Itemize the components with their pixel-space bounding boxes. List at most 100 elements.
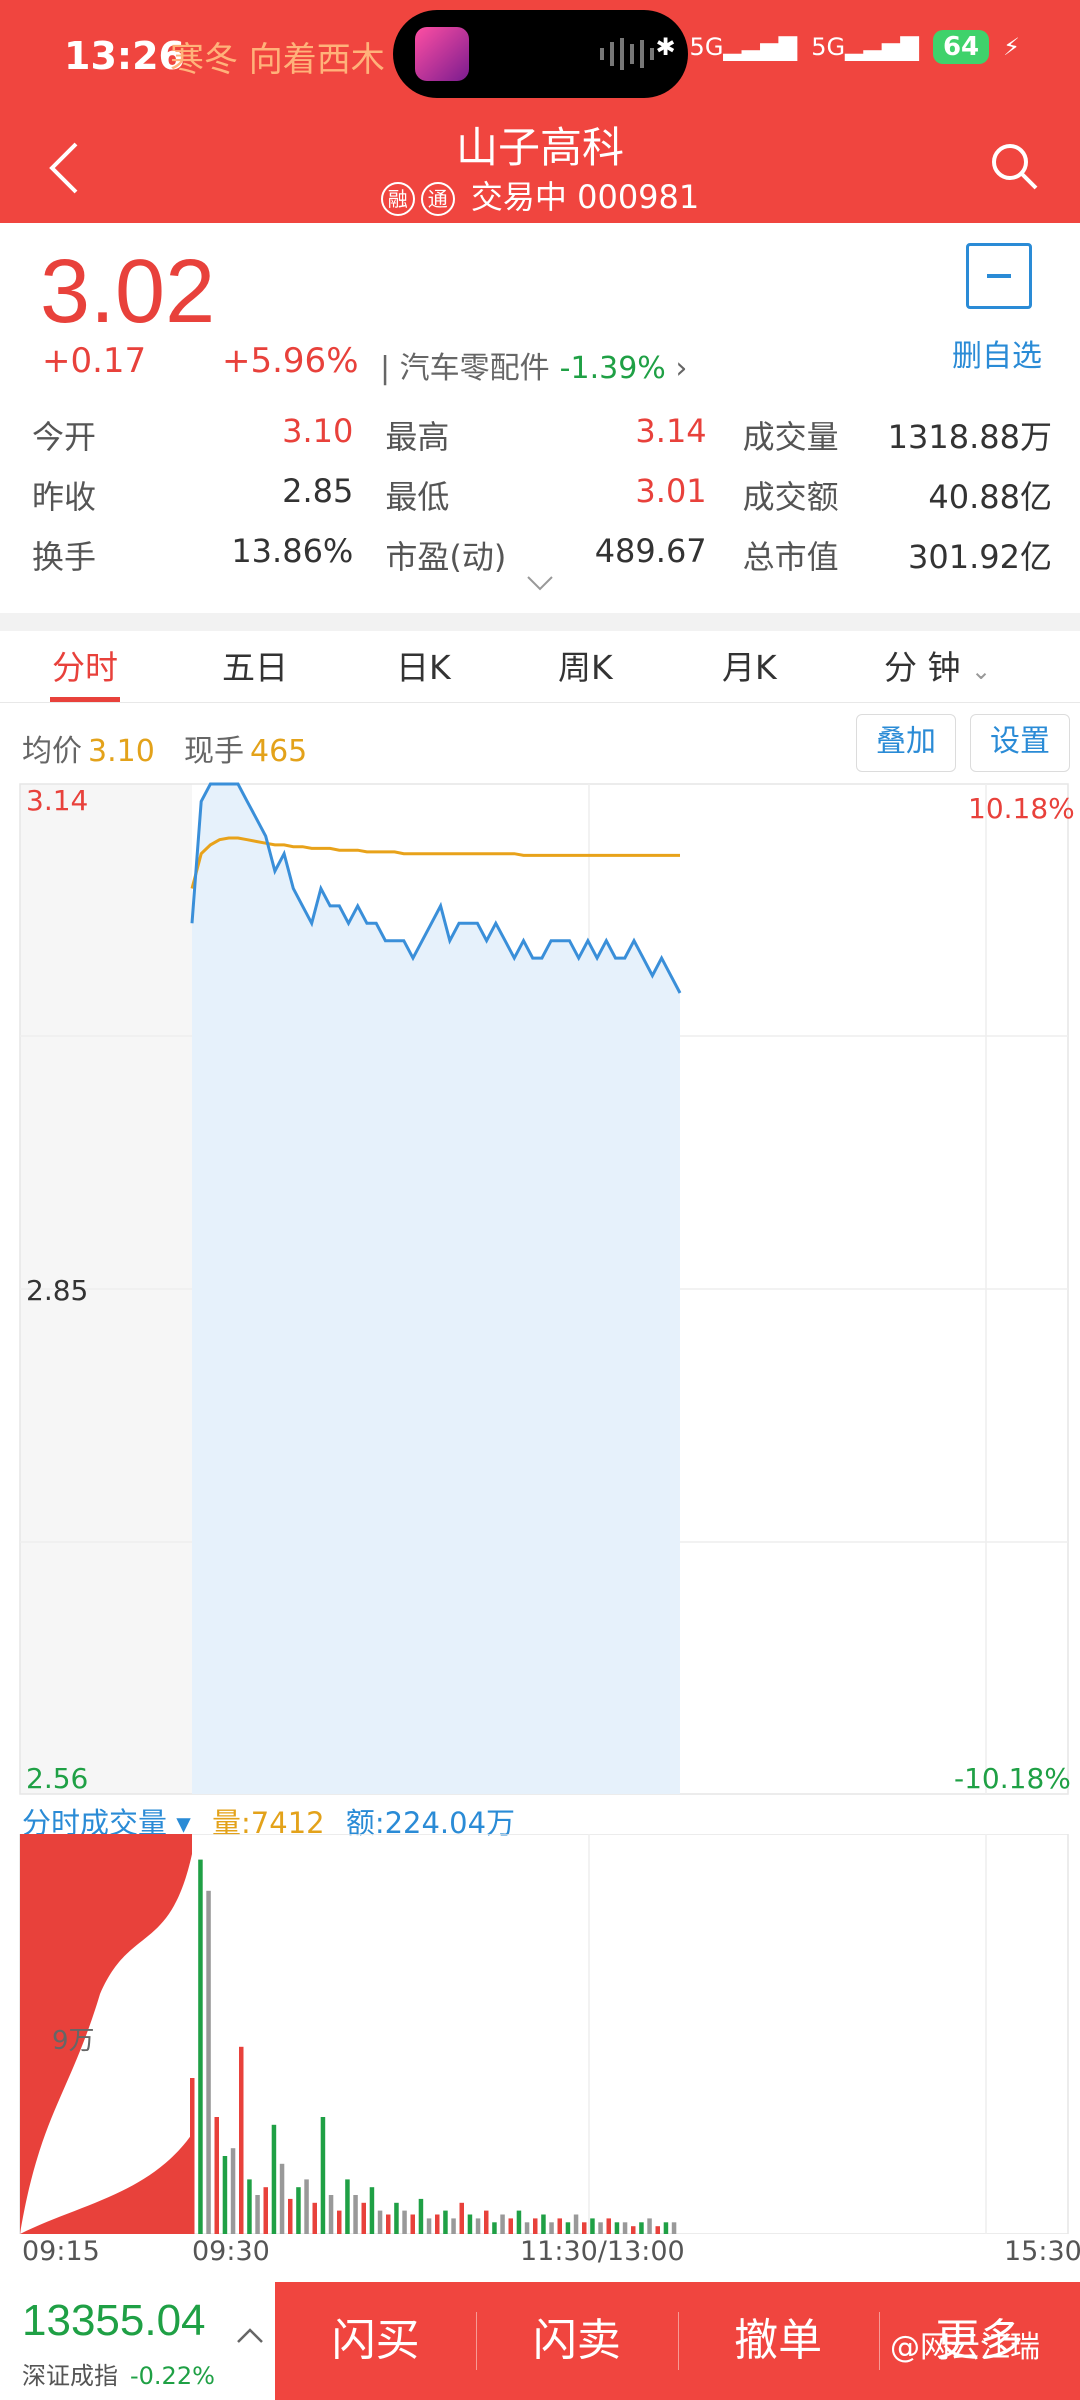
search-icon[interactable] — [988, 140, 1040, 192]
sector-change: -1.39% — [559, 351, 666, 386]
stat-label: 最高 — [385, 418, 450, 456]
volume-bar — [353, 2195, 358, 2234]
audio-wave-icon — [600, 38, 654, 70]
stat-value: 3.01 — [635, 472, 707, 510]
volume-bar — [255, 2195, 260, 2234]
volume-bar — [288, 2198, 293, 2234]
stat-label: 最低 — [385, 478, 450, 516]
quick-buy-button[interactable]: 闪买 — [275, 2282, 476, 2400]
status-time: 13:26 — [64, 34, 185, 78]
volume-bar — [386, 2214, 391, 2234]
quick-sell-button[interactable]: 闪卖 — [476, 2282, 677, 2400]
volume-chart[interactable] — [0, 1834, 1080, 2234]
stat-label: 市盈(动) — [385, 538, 507, 576]
volume-bar — [614, 2222, 620, 2234]
price-low-label: 2.56 — [26, 1762, 89, 1795]
status-icons: ✱ 5G▂▃▅▇ 5G▂▃▅▇ 64 ⚡ — [655, 30, 1020, 64]
stat-cell: 今开 3.10 — [32, 412, 353, 458]
bluetooth-icon: ✱ — [655, 33, 676, 61]
volume-bar — [377, 2210, 383, 2234]
volume-bar — [451, 2218, 456, 2234]
stat-cell: 昨收 2.85 — [32, 472, 353, 518]
stat-cell: 最低 3.01 — [385, 472, 706, 518]
price-high-label: 3.14 — [26, 784, 89, 817]
price-mid-label: 2.85 — [26, 1274, 89, 1307]
stat-label: 今开 — [32, 418, 97, 456]
volume-bar — [263, 2187, 268, 2234]
volume-bar — [492, 2222, 497, 2234]
chevron-down-icon[interactable] — [526, 575, 554, 591]
tab-intraday[interactable]: 分时 — [52, 641, 118, 689]
cancel-order-button[interactable]: 撤单 — [677, 2282, 879, 2400]
volume-bar — [606, 2218, 611, 2234]
battery-icon: 64 — [932, 30, 990, 64]
volume-bar — [582, 2222, 587, 2234]
volume-bar — [524, 2222, 530, 2234]
index-ticker[interactable]: 13355.04 深证成指 -0.22% — [0, 2282, 275, 2400]
volume-bar — [271, 2124, 277, 2234]
stat-cell: 市盈(动) 489.67 — [385, 532, 706, 578]
trading-status: 交易中 — [470, 178, 567, 216]
volume-bar — [500, 2214, 505, 2234]
chart-tabs: 分时 五日 日K 周K 月K 分 钟 ⌄ — [0, 631, 1080, 703]
chevron-up-icon[interactable] — [236, 2326, 264, 2344]
tab-weekly-k[interactable]: 周K — [558, 641, 613, 689]
volume-bar — [222, 2156, 228, 2234]
volume-bar — [369, 2187, 375, 2234]
price-area-fill — [192, 784, 680, 1794]
quote-panel: 3.02 +0.17 +5.96% | 汽车零配件 -1.39% › 删自选 今开… — [0, 223, 1080, 613]
volume-bar — [484, 2210, 489, 2234]
volume-bar — [639, 2222, 644, 2234]
music-app-icon — [415, 27, 469, 81]
volume-bar — [394, 2202, 399, 2234]
price-change: +0.17 — [42, 341, 147, 381]
tab-daily-k[interactable]: 日K — [396, 641, 451, 689]
volume-bar — [622, 2222, 628, 2234]
time-tick: 09:15 — [22, 2236, 100, 2267]
overlay-button[interactable]: 叠加 — [856, 714, 956, 772]
volume-bar — [459, 2202, 464, 2234]
volume-bar — [467, 2214, 473, 2234]
tab-minute[interactable]: 分 钟 ⌄ — [884, 641, 991, 689]
volume-bar — [549, 2222, 554, 2234]
remove-favorite-icon[interactable] — [966, 243, 1032, 309]
volume-bar — [214, 2117, 219, 2234]
stat-value: 13.86% — [231, 532, 354, 570]
volume-bar — [508, 2218, 513, 2234]
tab-five-day[interactable]: 五日 — [222, 641, 288, 689]
watermark: @网云江瑞 — [890, 2330, 1040, 2365]
margin-tag: 融 — [380, 182, 415, 216]
volume-bar — [337, 2210, 342, 2234]
volume-bar — [296, 2187, 301, 2234]
avg-price: 均价 3.10 — [22, 734, 155, 769]
time-tick: 11:30/13:00 — [520, 2236, 685, 2267]
volume-bar — [647, 2218, 652, 2234]
volume-bar — [230, 2148, 236, 2234]
sector-link[interactable]: | 汽车零配件 -1.39% › — [380, 343, 687, 387]
volume-bar — [206, 1890, 211, 2234]
tab-monthly-k[interactable]: 月K — [722, 641, 777, 689]
volume-bar — [565, 2222, 571, 2234]
volume-bar — [631, 2226, 636, 2234]
volume-bar — [557, 2218, 562, 2234]
volume-bar — [402, 2210, 407, 2234]
stock-subtitle: 融通 交易中 000981 — [0, 172, 1080, 218]
stat-value: 2.85 — [282, 472, 354, 510]
intraday-chart[interactable] — [0, 780, 1080, 1800]
sector-name: 汽车零配件 — [399, 351, 550, 386]
index-name-row: 深证成指 -0.22% — [22, 2362, 215, 2390]
volume-bar — [312, 2202, 317, 2234]
tab-underline — [50, 697, 120, 702]
dynamic-island[interactable] — [393, 10, 688, 98]
stat-cell: 换手 13.86% — [32, 532, 353, 578]
status-bar: 13:26 寒冬 向着西木 ✱ 5G▂▃▅▇ 5G▂▃▅▇ 64 ⚡ — [0, 0, 1080, 110]
stat-label: 昨收 — [32, 478, 97, 516]
volume-bar — [541, 2214, 546, 2234]
stock-name: 山子高科 — [455, 123, 624, 172]
volume-bar — [328, 2195, 334, 2234]
stat-label: 总市值 — [742, 538, 839, 576]
settings-button[interactable]: 设置 — [970, 714, 1070, 772]
stat-cell: 成交额 40.88亿 — [743, 472, 1052, 518]
remove-favorite-button[interactable]: 删自选 — [952, 331, 1042, 375]
stat-row: 昨收 2.85 最低 3.01 成交额 40.88亿 — [32, 465, 1052, 525]
